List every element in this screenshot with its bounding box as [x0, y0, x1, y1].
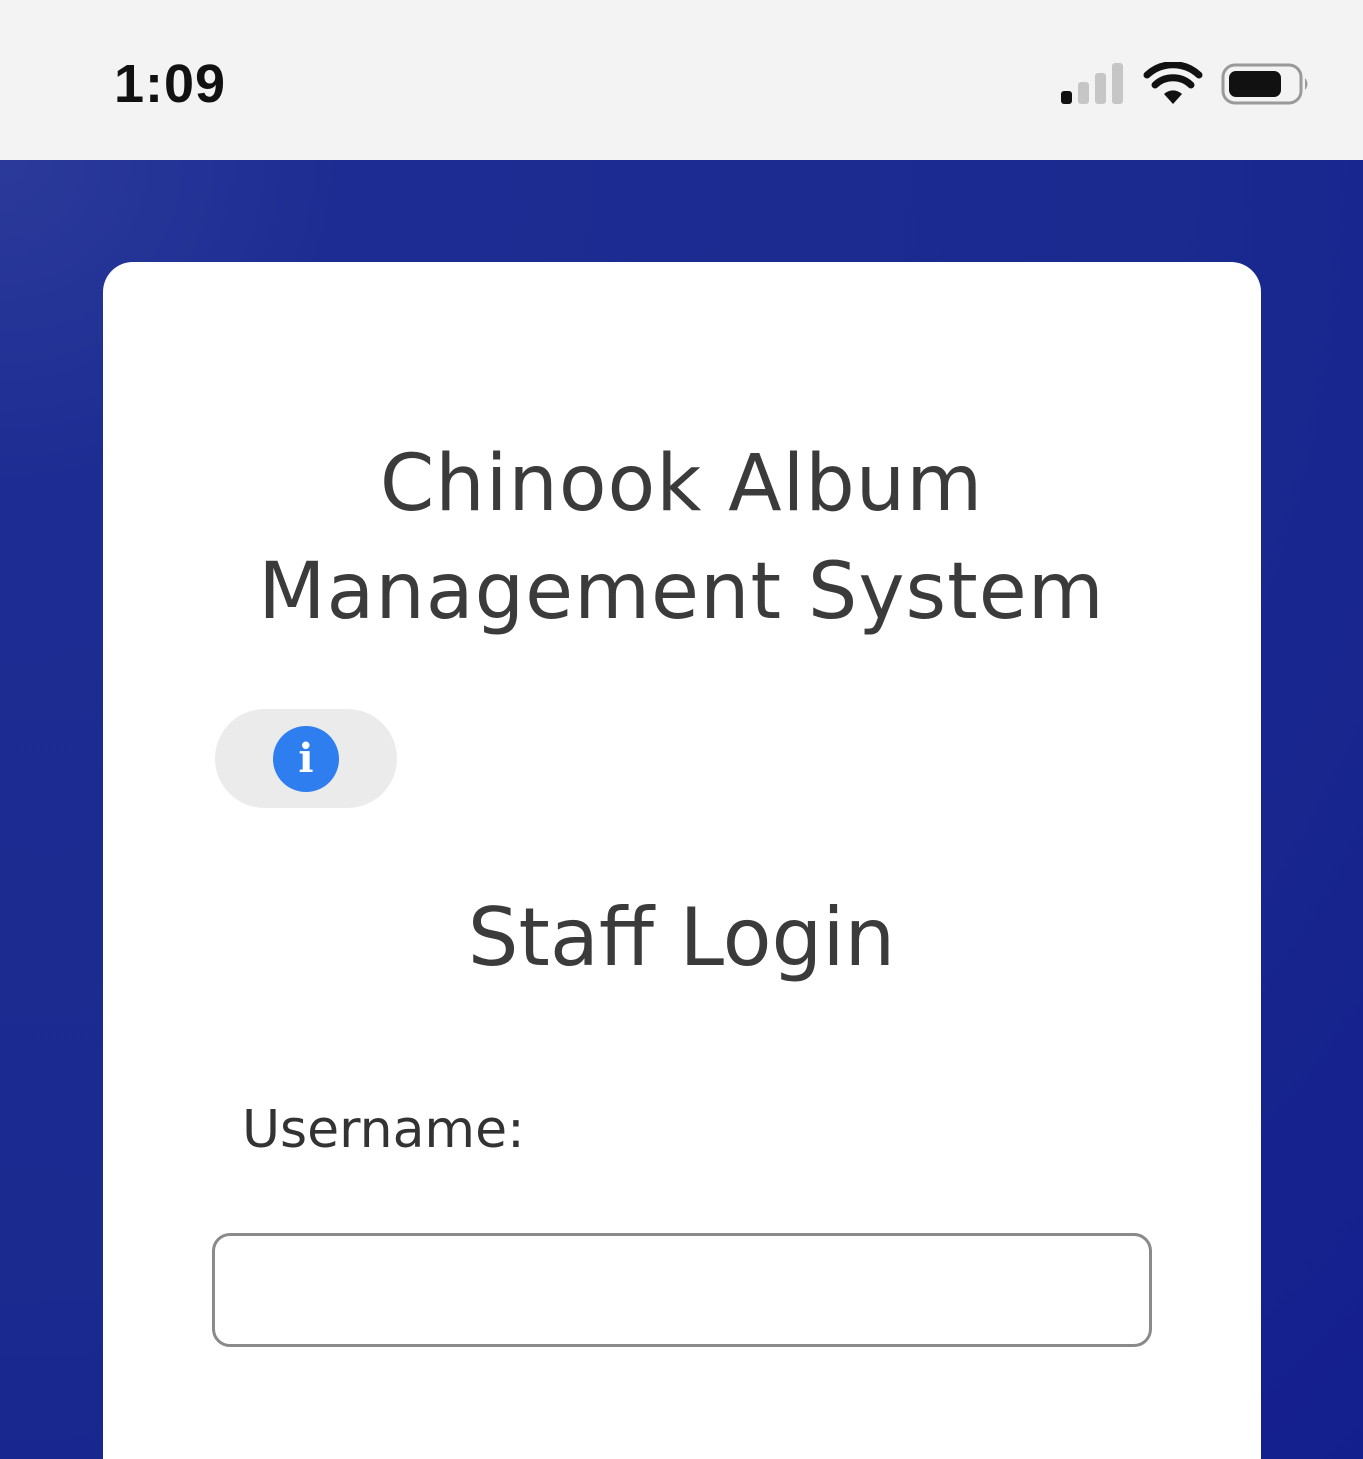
status-time: 1:09	[114, 54, 227, 114]
info-icon: i	[273, 725, 339, 792]
app-title: Chinook Album Management System	[0, 430, 1363, 646]
status-bar: 1:09	[0, 0, 1363, 160]
username-input[interactable]	[212, 1233, 1152, 1347]
wifi-icon	[1143, 62, 1203, 104]
staff-login-heading: Staff Login	[467, 891, 896, 984]
info-icon-glyph: i	[298, 734, 314, 782]
screen: 1:09 Chinook Album Management System i S…	[0, 0, 1363, 1459]
username-label: Username:	[242, 1100, 525, 1160]
app-title-line2: Management System	[258, 547, 1105, 637]
app-title-line1: Chinook Album	[379, 439, 984, 529]
status-icons	[1061, 60, 1311, 108]
cellular-signal-icon	[1061, 63, 1123, 104]
battery-icon	[1221, 63, 1308, 105]
info-button[interactable]: i	[215, 709, 397, 808]
